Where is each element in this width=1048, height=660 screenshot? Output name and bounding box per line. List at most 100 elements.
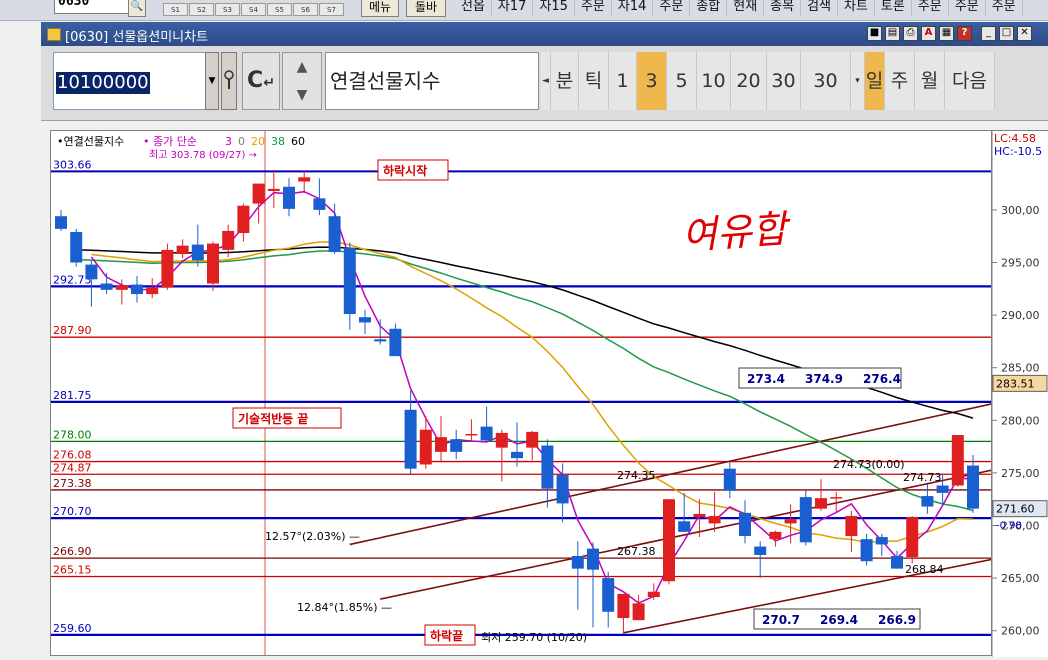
close-icon[interactable]: ✕	[1017, 26, 1032, 41]
candle-body	[146, 287, 159, 295]
menu-item[interactable]: 주문	[653, 0, 691, 16]
chevron-down-icon[interactable]: ▼	[205, 52, 219, 110]
slot-button[interactable]: S4	[241, 3, 266, 16]
period-button[interactable]: 다음	[945, 52, 995, 110]
low-annotation: 최저 259.70 (10/20)	[481, 631, 587, 644]
candle-body	[131, 284, 143, 295]
menu-item[interactable]: 종목	[764, 0, 802, 16]
chevron-left-icon[interactable]: ◄	[541, 52, 551, 110]
chevron-down-icon[interactable]: ▾	[851, 52, 865, 110]
period-button[interactable]: 분	[551, 52, 579, 110]
candle-body	[222, 230, 235, 250]
menu-item[interactable]: 토론	[875, 0, 912, 16]
period-button[interactable]: 20	[731, 52, 767, 110]
value-box-text: 269.4	[820, 613, 858, 627]
value-box-text: 273.4	[747, 372, 785, 386]
menu-item[interactable]: 자17	[492, 0, 534, 16]
layout-icon[interactable]: ■	[867, 26, 882, 41]
search-icon[interactable]: 🔍	[128, 0, 146, 17]
axis-tick-label: 300,00	[1001, 204, 1040, 217]
period-button[interactable]: 3	[637, 52, 667, 110]
candle-body	[860, 539, 873, 562]
slot-button[interactable]: S1	[163, 3, 188, 16]
magnifier-icon[interactable]	[221, 52, 237, 110]
candle-body	[875, 537, 888, 545]
annotation-text: 기술적반등 끝	[238, 411, 308, 426]
candle-body	[754, 546, 767, 555]
menu-item[interactable]: 종합	[690, 0, 728, 16]
period-button[interactable]: 1	[609, 52, 637, 110]
candle-body	[252, 183, 265, 204]
menu-item[interactable]: 주문	[575, 0, 612, 16]
chart-pane: 303.66 292.73 287.90 281.75 278.00 276.08 274.…	[41, 121, 1048, 657]
c-button[interactable]: C↵	[242, 52, 280, 110]
price-tag-label: 283.51	[996, 377, 1035, 390]
slot-button[interactable]: S5	[267, 3, 292, 16]
candle-body	[161, 249, 174, 288]
candle-body	[799, 497, 812, 543]
candle-body	[845, 516, 858, 537]
menu-item[interactable]: 주문	[912, 0, 949, 16]
period-button[interactable]: 5	[667, 52, 697, 110]
alert-icon[interactable]: A	[921, 26, 936, 41]
slot-button[interactable]: S3	[215, 3, 240, 16]
save-icon[interactable]: ▤	[885, 26, 900, 41]
price-tag-label: 271.60	[996, 503, 1035, 516]
price-axis-svg: LC:4.58HC:-10.5 300,00 295,00 290,00 285,00 2…	[991, 131, 1048, 657]
toolbar-toggle-button[interactable]: 돌바	[406, 0, 446, 17]
help-icon[interactable]: ?	[957, 26, 972, 41]
level-label: 287.90	[53, 324, 92, 337]
period-button[interactable]: 일	[865, 52, 885, 110]
lc-label: LC:4.58	[994, 132, 1036, 145]
candle-body	[267, 188, 280, 191]
minimize-icon[interactable]: _	[981, 26, 996, 41]
chart-svg[interactable]: 303.66292.73287.90281.75278.00276.08274.…	[51, 131, 992, 656]
hc-label: HC:-10.5	[994, 145, 1042, 158]
menu-item[interactable]: 주문	[986, 0, 1023, 16]
arrow-up-icon[interactable]: ▲	[283, 53, 321, 81]
candle-body	[207, 243, 219, 284]
menu-item[interactable]: 선옵	[455, 0, 492, 16]
period-button[interactable]: 30	[801, 52, 851, 110]
grid-icon[interactable]: ▦	[939, 26, 954, 41]
candle-body	[435, 437, 447, 452]
menu-item[interactable]: 차트	[838, 0, 875, 16]
instrument-code-input[interactable]: 10100000	[53, 52, 207, 110]
level-label: 259.60	[53, 622, 92, 635]
menu-item[interactable]: 현재	[727, 0, 765, 16]
window-icon[interactable]	[47, 28, 61, 41]
chart-plot[interactable]: 303.66 292.73 287.90 281.75 278.00 276.08 274.…	[50, 130, 992, 656]
high-annotation: 최고 303.78 (09/27) →	[149, 149, 257, 161]
period-button[interactable]: 주	[885, 52, 915, 110]
menu-item[interactable]: 자15	[533, 0, 575, 16]
menu-item[interactable]: 주문	[949, 0, 986, 16]
menu-item[interactable]: 검색	[801, 0, 838, 16]
candle-body	[526, 431, 539, 448]
candle-body	[343, 247, 356, 315]
candle-body	[419, 429, 432, 465]
code-stepper[interactable]: ▲ ▼	[282, 52, 322, 110]
candle-body	[480, 426, 493, 441]
maximize-icon[interactable]: □	[999, 26, 1014, 41]
print-icon[interactable]: ⎙	[903, 26, 918, 41]
menu-item[interactable]: 자14	[612, 0, 654, 16]
slot-button[interactable]: S2	[189, 3, 214, 16]
legend-ma-period: 38	[271, 135, 285, 148]
candle-body	[511, 451, 523, 459]
period-button[interactable]: 틱	[579, 52, 609, 110]
top-toolbar: 0630 🔍 S1 S2 S3 S4 S5 S6 S7 메뉴 돌바 선옵 자17 자…	[0, 0, 1048, 21]
period-button[interactable]: 10	[697, 52, 731, 110]
period-button[interactable]: 월	[915, 52, 945, 110]
axis-tick-label: 275,00	[1001, 467, 1040, 480]
price-annotation: 274.73(0.00)	[833, 458, 905, 471]
candle-body	[830, 497, 843, 499]
slot-button[interactable]: S6	[293, 3, 318, 16]
arrow-down-icon[interactable]: ▼	[283, 81, 321, 109]
slot-buttons: S1 S2 S3 S4 S5 S6 S7	[163, 3, 345, 17]
level-label: 303.66	[53, 158, 92, 171]
slot-button[interactable]: S7	[319, 3, 344, 16]
annotation-text: 하락시작	[383, 163, 427, 178]
candle-body	[556, 475, 569, 504]
menu-button[interactable]: 메뉴	[361, 0, 399, 17]
period-button[interactable]: 30	[767, 52, 801, 110]
